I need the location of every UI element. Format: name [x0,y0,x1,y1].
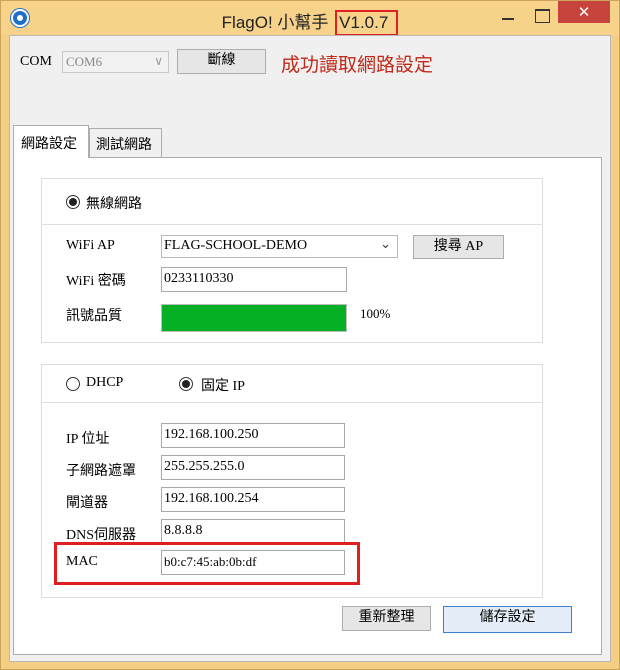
tab-network-settings[interactable]: 網路設定 [13,125,89,158]
ip-group: DHCP 固定 IP IP 位址 192.168.100.250 子網路遮罩 2… [41,364,543,598]
dns-server-input[interactable]: 8.8.8.8 [161,519,345,544]
disconnect-button[interactable]: 斷線 [177,49,266,74]
status-message: 成功讀取網路設定 [281,55,434,76]
wifi-group: 無線網路 WiFi AP FLAG-SCHOOL-DEMO ⌄ 搜尋 AP Wi… [41,178,543,343]
signal-quality-fill [162,305,346,331]
mac-label: MAC [66,554,98,569]
window-title-text: FlagO! 小幫手 [221,13,329,32]
tab-panel-network: 無線網路 WiFi AP FLAG-SCHOOL-DEMO ⌄ 搜尋 AP Wi… [13,157,602,655]
ip-address-input[interactable]: 192.168.100.250 [161,423,345,448]
static-ip-label: 固定 IP [201,379,245,394]
app-window: FlagO! 小幫手 V1.0.7 ✕ COM COM6 ∨ 斷線 成功讀取網路… [0,0,620,670]
refresh-button[interactable]: 重新整理 [342,606,431,631]
com-port-value: COM6 [66,54,103,69]
subnet-mask-label: 子網路遮罩 [66,464,136,479]
ip-address-label: IP 位址 [66,432,110,447]
search-ap-button[interactable]: 搜尋 AP [413,235,504,259]
wifi-mode-label: 無線網路 [86,197,142,212]
wifi-password-input[interactable]: 0233110330 [161,267,347,292]
gateway-input[interactable]: 192.168.100.254 [161,487,345,512]
close-icon: ✕ [577,3,591,21]
wifi-mode-radio[interactable] [66,195,80,209]
title-bar[interactable]: FlagO! 小幫手 V1.0.7 ✕ [1,1,619,36]
version-label: V1.0.7 [335,10,399,36]
wifi-ap-value: FLAG-SCHOOL-DEMO [164,238,308,253]
wifi-ap-select[interactable]: FLAG-SCHOOL-DEMO ⌄ [161,235,398,258]
close-button[interactable]: ✕ [558,1,610,23]
subnet-mask-input[interactable]: 255.255.255.0 [161,455,345,480]
minimize-button[interactable] [493,5,523,27]
wifi-password-label: WiFi 密碼 [66,274,126,289]
dhcp-radio[interactable] [66,377,80,391]
mac-address-input[interactable]: b0:c7:45:ab:0b:df [161,550,345,575]
signal-quality-bar [161,304,347,332]
tab-test-network[interactable]: 測試網路 [89,128,162,157]
divider [42,224,542,225]
chevron-down-icon: ∨ [154,54,163,68]
save-settings-button[interactable]: 儲存設定 [443,606,572,633]
client-area: COM COM6 ∨ 斷線 成功讀取網路設定 網路設定 測試網路 無線網路 Wi… [9,35,611,662]
signal-quality-label: 訊號品質 [66,309,122,324]
maximize-button[interactable] [527,5,557,27]
com-label: COM [20,54,52,69]
dhcp-label: DHCP [86,375,124,390]
dns-server-label: DNS伺服器 [66,528,137,543]
static-ip-radio[interactable] [179,377,193,391]
divider [42,402,542,403]
gateway-label: 閘道器 [66,496,108,511]
signal-quality-percent: 100% [360,306,391,321]
wifi-ap-label: WiFi AP [66,238,115,253]
chevron-down-icon: ⌄ [380,237,391,252]
com-port-select[interactable]: COM6 ∨ [62,51,169,73]
